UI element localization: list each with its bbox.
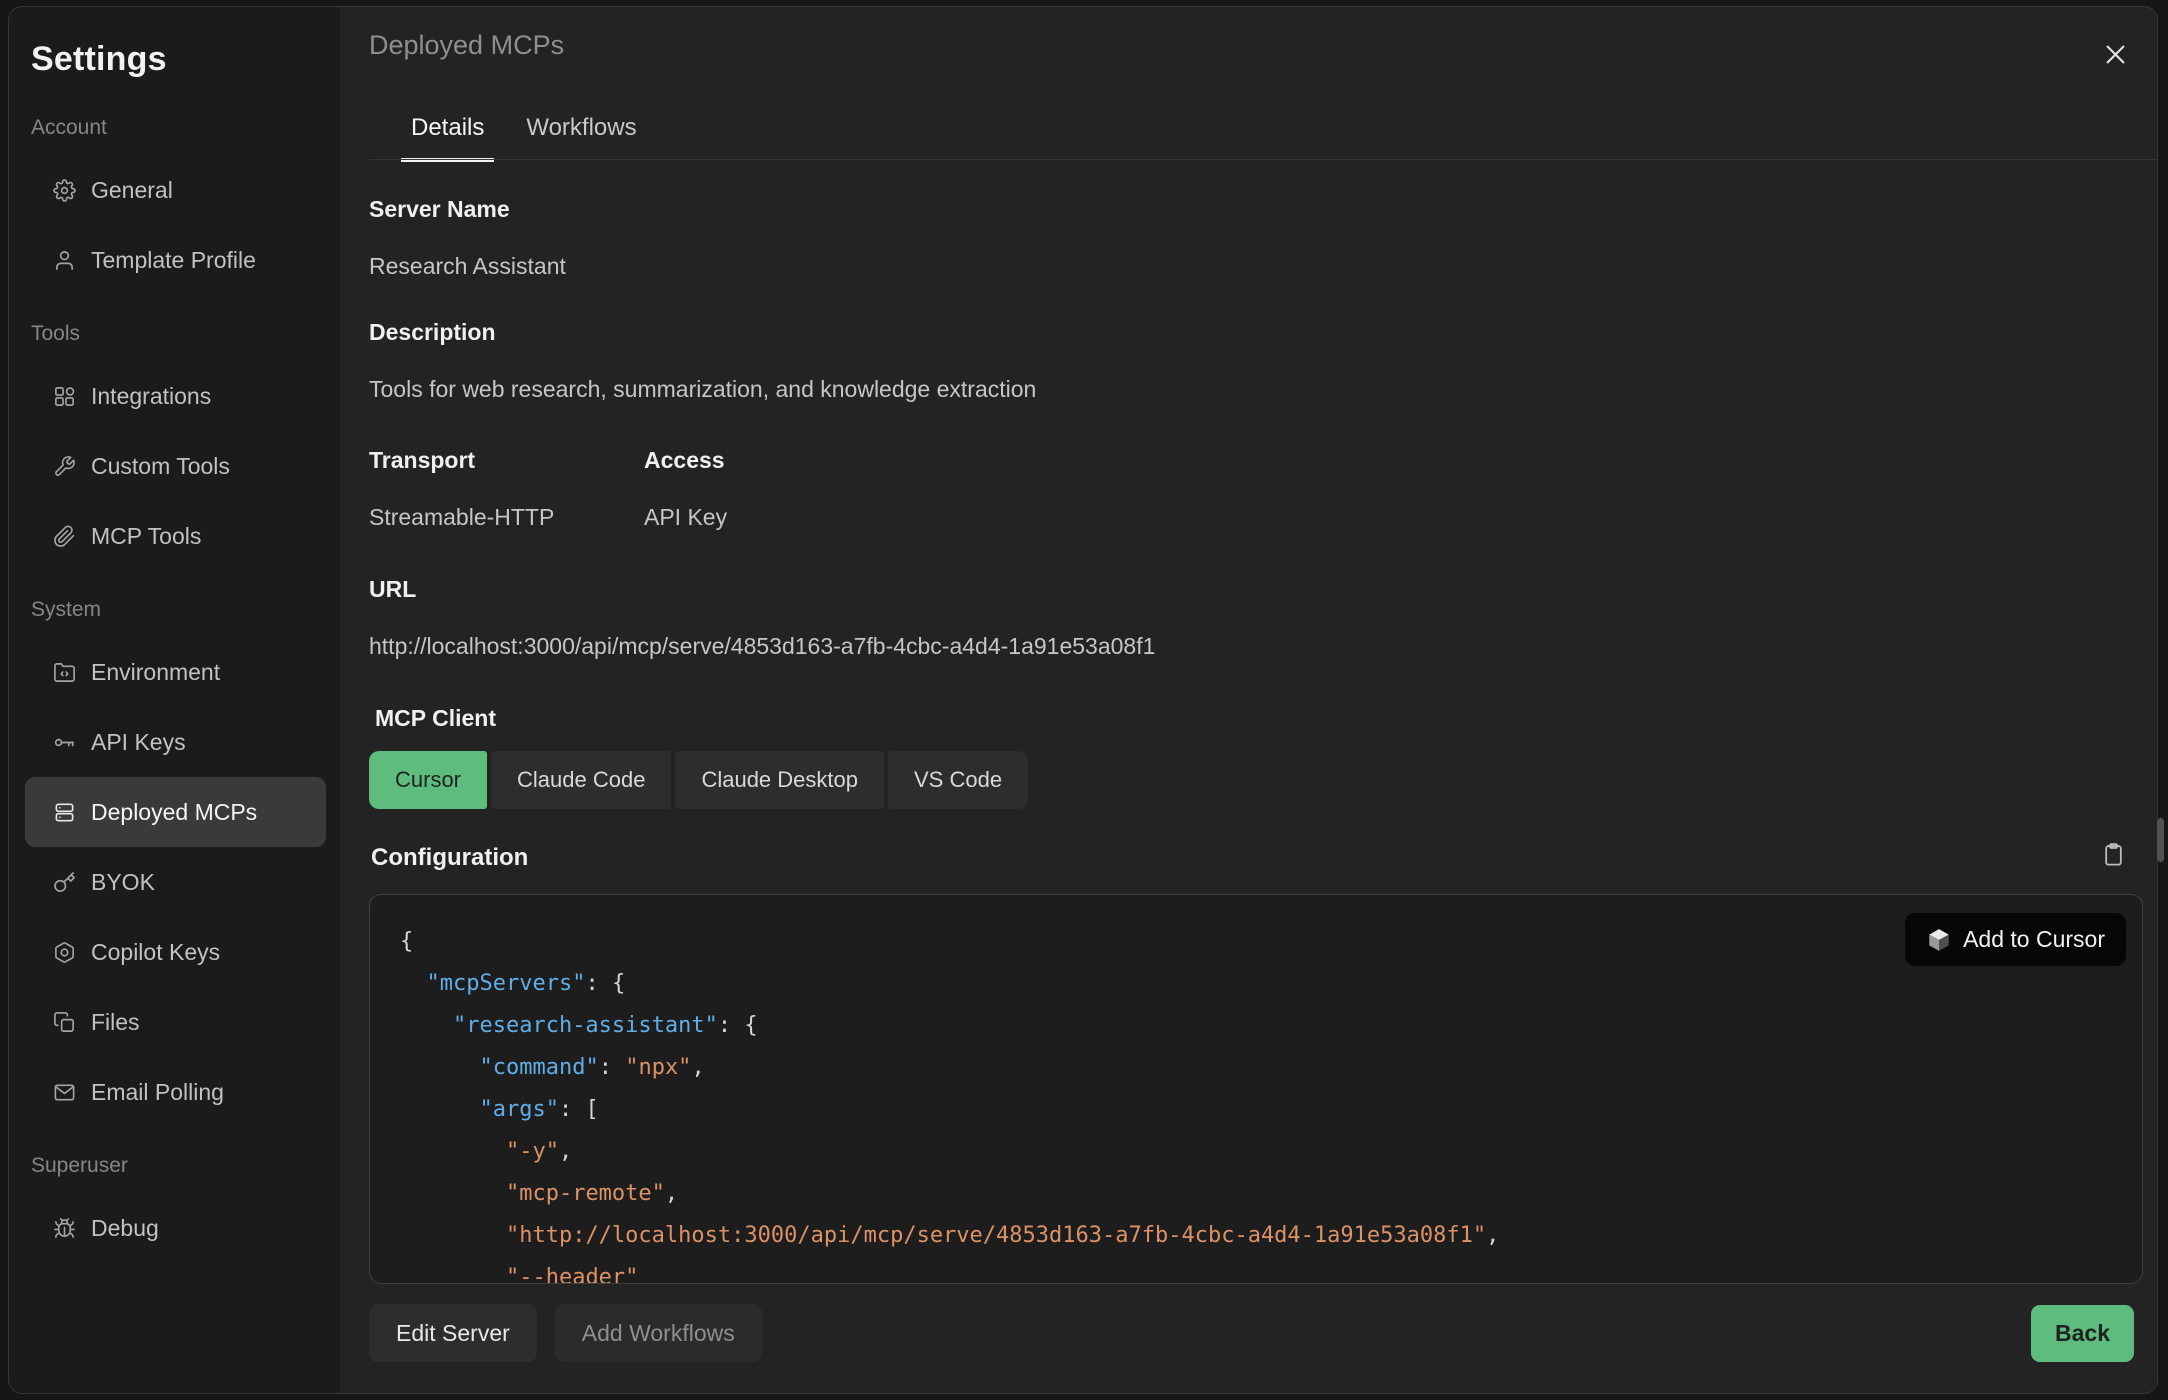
tab-bar: Details Workflows bbox=[401, 106, 647, 162]
mcp-client-cursor[interactable]: Cursor bbox=[369, 751, 487, 809]
gear-icon bbox=[52, 178, 76, 202]
sidebar-item-label: Files bbox=[91, 1009, 140, 1036]
tab-divider bbox=[369, 159, 2157, 160]
close-button[interactable] bbox=[2097, 39, 2133, 75]
mcp-icon bbox=[52, 524, 76, 548]
sidebar-item-email-polling[interactable]: Email Polling bbox=[25, 1057, 326, 1127]
sidebar-item-template-profile[interactable]: Template Profile bbox=[25, 225, 326, 295]
add-to-cursor-label: Add to Cursor bbox=[1963, 926, 2105, 953]
mcp-client-selector: Cursor Claude Code Claude Desktop VS Cod… bbox=[369, 751, 1028, 809]
sidebar-item-environment[interactable]: Environment bbox=[25, 637, 326, 707]
mcp-client-label: MCP Client bbox=[375, 705, 496, 732]
sidebar-item-label: General bbox=[91, 177, 173, 204]
sidebar-item-label: Integrations bbox=[91, 383, 211, 410]
configuration-label: Configuration bbox=[371, 844, 528, 872]
mail-icon bbox=[52, 1080, 76, 1104]
sidebar-item-label: MCP Tools bbox=[91, 523, 201, 550]
app-background: Settings Account General Template Profil… bbox=[0, 0, 2168, 1400]
scrollbar-thumb[interactable] bbox=[2157, 818, 2164, 862]
folder-code-icon bbox=[52, 660, 76, 684]
tab-workflows[interactable]: Workflows bbox=[516, 106, 646, 162]
user-icon bbox=[52, 248, 76, 272]
mcp-client-vs-code[interactable]: VS Code bbox=[888, 751, 1028, 809]
hex-nut-icon bbox=[52, 940, 76, 964]
panel-title: Deployed MCPs bbox=[369, 30, 564, 61]
sidebar-item-copilot-keys[interactable]: Copilot Keys bbox=[25, 917, 326, 987]
code-line: "command": "npx", bbox=[400, 1047, 2112, 1089]
wrench-icon bbox=[52, 454, 76, 478]
sidebar-item-label: Copilot Keys bbox=[91, 939, 220, 966]
code-line: "args": [ bbox=[400, 1089, 2112, 1131]
sidebar-item-label: Debug bbox=[91, 1215, 159, 1242]
section-label-system: System bbox=[31, 597, 340, 623]
key-diagonal-icon bbox=[52, 870, 76, 894]
sidebar-item-mcp-tools[interactable]: MCP Tools bbox=[25, 501, 326, 571]
sidebar-item-custom-tools[interactable]: Custom Tools bbox=[25, 431, 326, 501]
description-value: Tools for web research, summarization, a… bbox=[369, 376, 1036, 403]
sidebar-item-label: Deployed MCPs bbox=[91, 799, 257, 826]
sidebar-item-label: BYOK bbox=[91, 869, 155, 896]
sidebar-item-byok[interactable]: BYOK bbox=[25, 847, 326, 917]
mcp-client-claude-desktop[interactable]: Claude Desktop bbox=[675, 751, 884, 809]
section-label-superuser: Superuser bbox=[31, 1153, 340, 1179]
back-button[interactable]: Back bbox=[2031, 1305, 2134, 1362]
cursor-cube-icon bbox=[1926, 927, 1952, 953]
code-line: "-y", bbox=[400, 1131, 2112, 1173]
transport-label: Transport bbox=[369, 447, 475, 474]
add-workflows-button[interactable]: Add Workflows bbox=[555, 1304, 762, 1362]
tab-details[interactable]: Details bbox=[401, 106, 494, 162]
settings-title: Settings bbox=[9, 7, 340, 81]
copy-configuration-button[interactable] bbox=[2097, 841, 2129, 873]
clipboard-icon bbox=[2100, 841, 2127, 873]
configuration-code-block: { "mcpServers": { "research-assistant": … bbox=[369, 894, 2143, 1284]
url-label: URL bbox=[369, 576, 416, 603]
configuration-code: { "mcpServers": { "research-assistant": … bbox=[370, 895, 2142, 1284]
sidebar-item-integrations[interactable]: Integrations bbox=[25, 361, 326, 431]
sidebar-item-deployed-mcps[interactable]: Deployed MCPs bbox=[25, 777, 326, 847]
bug-icon bbox=[52, 1216, 76, 1240]
access-label: Access bbox=[644, 447, 725, 474]
edit-server-button[interactable]: Edit Server bbox=[369, 1304, 537, 1362]
sidebar-item-label: Custom Tools bbox=[91, 453, 230, 480]
sidebar-item-api-keys[interactable]: API Keys bbox=[25, 707, 326, 777]
sidebar-item-label: Environment bbox=[91, 659, 220, 686]
server-name-label: Server Name bbox=[369, 196, 510, 223]
code-line: "http://localhost:3000/api/mcp/serve/485… bbox=[400, 1215, 2112, 1257]
sidebar-item-general[interactable]: General bbox=[25, 155, 326, 225]
code-line: { bbox=[400, 921, 2112, 963]
close-icon bbox=[2102, 41, 2129, 73]
settings-modal: Settings Account General Template Profil… bbox=[8, 6, 2158, 1394]
sidebar-item-debug[interactable]: Debug bbox=[25, 1193, 326, 1263]
description-label: Description bbox=[369, 319, 496, 346]
url-value: http://localhost:3000/api/mcp/serve/4853… bbox=[369, 633, 1155, 660]
footer-actions: Edit Server Add Workflows Back bbox=[369, 1304, 2134, 1362]
deployed-mcps-panel: Deployed MCPs Details Workflows Server N… bbox=[340, 7, 2157, 1393]
access-value: API Key bbox=[644, 504, 727, 531]
server-icon bbox=[52, 800, 76, 824]
sidebar-item-label: API Keys bbox=[91, 729, 186, 756]
code-line: "research-assistant": { bbox=[400, 1005, 2112, 1047]
section-label-account: Account bbox=[31, 115, 340, 141]
code-line: "mcp-remote", bbox=[400, 1173, 2112, 1215]
sidebar-item-label: Email Polling bbox=[91, 1079, 224, 1106]
blocks-icon bbox=[52, 384, 76, 408]
mcp-client-claude-code[interactable]: Claude Code bbox=[491, 751, 671, 809]
server-name-value: Research Assistant bbox=[369, 253, 566, 280]
key-icon bbox=[52, 730, 76, 754]
add-to-cursor-button[interactable]: Add to Cursor bbox=[1905, 913, 2126, 966]
settings-sidebar: Settings Account General Template Profil… bbox=[9, 7, 340, 1393]
section-label-tools: Tools bbox=[31, 321, 340, 347]
sidebar-item-label: Template Profile bbox=[91, 247, 256, 274]
transport-value: Streamable-HTTP bbox=[369, 504, 554, 531]
sidebar-item-files[interactable]: Files bbox=[25, 987, 326, 1057]
code-line: "mcpServers": { bbox=[400, 963, 2112, 1005]
code-line: "--header" bbox=[400, 1257, 2112, 1284]
copy-files-icon bbox=[52, 1010, 76, 1034]
